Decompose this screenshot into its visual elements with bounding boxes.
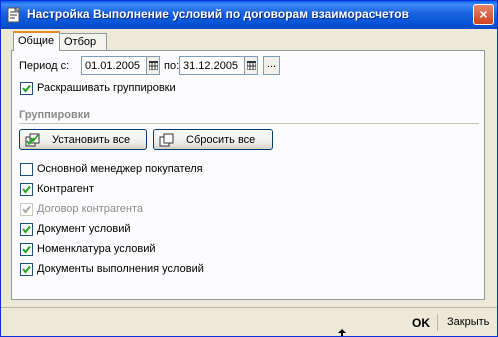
grouping-label-counterparty: Контрагент xyxy=(37,183,94,195)
grouping-checkbox-conditions-document[interactable] xyxy=(20,223,33,236)
grouping-label-fulfillment-documents: Документы выполнения условий xyxy=(37,263,204,275)
calendar-icon xyxy=(149,61,158,70)
report-icon xyxy=(7,6,21,23)
title-bar[interactable]: Настройка Выполнение условий по договора… xyxy=(1,1,497,29)
grouping-checkbox-manager[interactable] xyxy=(20,163,33,176)
checkmark-icon xyxy=(22,265,31,274)
set-all-label: Установить все xyxy=(52,134,131,146)
grouping-checkbox-nomenclature[interactable] xyxy=(20,243,33,256)
reset-all-button[interactable]: Сбросить все xyxy=(153,129,273,150)
groupings-header: Группировки xyxy=(19,109,91,121)
expand-groups-label: Раскрашивать группировки xyxy=(37,82,176,94)
reset-all-label: Сбросить все xyxy=(186,134,256,146)
grouping-label-manager: Основной менеджер покупателя xyxy=(37,163,203,175)
dialog-footer: OK Закрыть xyxy=(1,307,497,336)
checkmark-icon xyxy=(22,225,31,234)
period-from-input[interactable]: 01.01.2005 xyxy=(81,56,148,75)
tab-general[interactable]: Общие xyxy=(13,31,60,51)
ok-button[interactable]: OK xyxy=(412,316,430,330)
grouping-label-conditions-document: Документ условий xyxy=(37,223,131,235)
groupings-divider xyxy=(19,123,479,124)
tab-panel-general: Период с: 01.01.2005 по: 31.12.2005 ... … xyxy=(11,50,485,300)
grouping-checkbox-fulfillment-documents[interactable] xyxy=(20,263,33,276)
footer-separator xyxy=(437,314,438,331)
uncheck-all-icon xyxy=(159,133,175,147)
calendar-to-button[interactable] xyxy=(244,56,258,75)
close-icon: × xyxy=(479,6,488,22)
period-to-label: по: xyxy=(164,60,180,72)
grouping-checkbox-counterparty[interactable] xyxy=(20,183,33,196)
period-to-input[interactable]: 31.12.2005 xyxy=(179,56,246,75)
resize-cursor-icon xyxy=(338,329,346,336)
expand-groups-checkbox[interactable] xyxy=(20,82,33,95)
settings-dialog: Настройка Выполнение условий по договора… xyxy=(0,0,498,337)
window-title: Настройка Выполнение условий по договора… xyxy=(27,7,409,21)
grouping-checkbox-contract xyxy=(20,203,33,216)
dialog-body: Общие Отбор Период с: 01.01.2005 по: 31.… xyxy=(4,29,494,307)
calendar-icon xyxy=(247,61,256,70)
calendar-from-button[interactable] xyxy=(146,56,160,75)
checkmark-icon xyxy=(22,205,31,214)
tab-general-label: Общие xyxy=(18,35,55,47)
tab-filter[interactable]: Отбор xyxy=(59,33,107,50)
set-all-button[interactable]: Установить все xyxy=(19,129,147,150)
close-button[interactable]: Закрыть xyxy=(447,316,489,328)
tab-filter-label: Отбор xyxy=(64,36,97,48)
period-select-button[interactable]: ... xyxy=(263,56,280,75)
close-window-button[interactable]: × xyxy=(473,4,494,25)
grouping-label-nomenclature: Номенклатура условий xyxy=(37,243,156,255)
check-all-icon xyxy=(25,133,41,147)
checkmark-icon xyxy=(22,245,31,254)
checkmark-icon xyxy=(22,84,31,93)
grouping-label-contract: Договор контрагента xyxy=(37,203,143,215)
period-from-label: Период с: xyxy=(19,60,70,72)
checkmark-icon xyxy=(22,185,31,194)
